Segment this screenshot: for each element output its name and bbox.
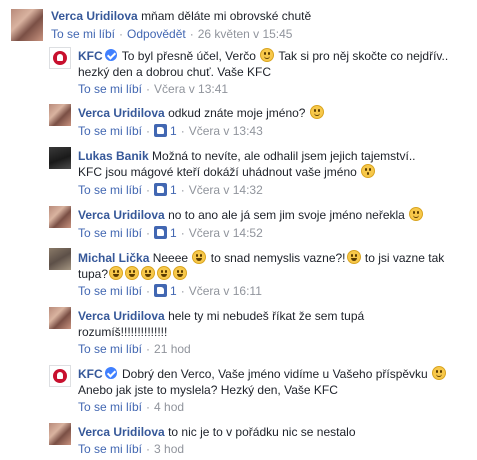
like-thumb-icon[interactable] (154, 183, 168, 196)
smiley-emoji-icon (260, 48, 275, 62)
like-link[interactable]: To se mi líbí (78, 284, 142, 298)
like-link[interactable]: To se mi líbí (78, 342, 142, 356)
timestamp[interactable]: 3 hod (154, 442, 184, 456)
laughing-emoji-icon (346, 250, 361, 264)
comment-text: Možná to nevíte, ale odhalil jsem jejich… (152, 149, 416, 163)
verified-badge-icon (104, 49, 117, 61)
like-link[interactable]: To se mi líbí (78, 400, 142, 414)
comment-text: rozumíš!!!!!!!!!!!!!! (78, 325, 168, 339)
reply-link[interactable]: Odpovědět (127, 27, 186, 41)
comment-text: to jsi vazne tak (364, 251, 445, 265)
avatar[interactable] (49, 104, 71, 126)
comment-text: odkud znáte moje jméno? (168, 106, 306, 120)
laughing-emoji-icon (141, 266, 156, 280)
avatar[interactable] (49, 206, 71, 228)
comment-text: To byl přesně účel, Verčo (121, 49, 256, 63)
timestamp[interactable]: 4 hod (154, 400, 184, 414)
like-count[interactable]: 1 (170, 183, 177, 197)
like-thumb-icon[interactable] (154, 226, 168, 239)
comment-text: hezký den a dobrou chuť. Vaše KFC (78, 65, 272, 79)
comment-text: Tak si pro něj skočte co nejdřív.. (278, 49, 449, 63)
laughing-emoji-icon (157, 266, 172, 280)
timestamp[interactable]: 21 hod (154, 342, 191, 356)
comment-author[interactable]: Michal Lička (78, 251, 149, 265)
comment-author[interactable]: KFC (78, 367, 103, 381)
like-thumb-icon[interactable] (154, 284, 168, 297)
like-count[interactable]: 1 (170, 124, 177, 138)
verified-badge-icon (104, 367, 117, 379)
like-thumb-icon[interactable] (154, 124, 168, 137)
avatar[interactable] (11, 9, 43, 41)
comment-text: no to ano ale já sem jim svoje jméno neř… (168, 208, 405, 222)
avatar[interactable] (49, 147, 71, 169)
comment-text: Anebo jak jste to myslela? Hezký den, Va… (78, 383, 338, 397)
comment-text: Neeee (152, 251, 189, 265)
smiley-emoji-icon (432, 366, 447, 380)
laughing-emoji-icon (192, 250, 207, 264)
comment-text: hele ty mi nebudeš říkat že sem tupá (168, 309, 365, 323)
smiley-emoji-icon (409, 207, 424, 221)
like-count[interactable]: 1 (170, 284, 177, 298)
timestamp[interactable]: Včera v 13:41 (154, 82, 228, 96)
timestamp[interactable]: Včera v 13:43 (189, 124, 263, 138)
avatar[interactable] (49, 423, 71, 445)
timestamp[interactable]: Včera v 16:11 (189, 284, 262, 298)
comment-author[interactable]: Verca Uridilova (78, 309, 165, 323)
comment-text: to snad nemyslis vazne?! (210, 251, 346, 265)
comment-author[interactable]: Lukas Banik (78, 149, 149, 163)
timestamp[interactable]: Včera v 14:52 (189, 226, 263, 240)
like-link[interactable]: To se mi líbí (78, 442, 142, 456)
comment-author[interactable]: Verca Uridilova (78, 425, 165, 439)
like-link[interactable]: To se mi líbí (78, 82, 142, 96)
timestamp[interactable]: 26 květen v 15:45 (198, 27, 293, 41)
comment-text: KFC jsou mágové kteří dokáží uhádnout va… (78, 165, 357, 179)
kfc-logo-icon (53, 51, 67, 65)
laughing-emoji-icon (109, 266, 124, 280)
timestamp[interactable]: Včera v 14:32 (189, 183, 263, 197)
laughing-emoji-icon (125, 266, 140, 280)
comment-text: mňam děláte mi obrovské chutě (141, 9, 312, 23)
comment-text: to nic je to v pořádku nic se nestalo (168, 425, 356, 439)
kfc-logo-icon (53, 369, 67, 383)
comment-author[interactable]: Verca Uridilova (78, 208, 165, 222)
comment-author[interactable]: Verca Uridilova (51, 9, 138, 23)
like-link[interactable]: To se mi líbí (78, 124, 142, 138)
surprised-emoji-icon (361, 164, 376, 178)
avatar[interactable] (49, 307, 71, 329)
smiley-emoji-icon (309, 105, 324, 119)
like-link[interactable]: To se mi líbí (78, 183, 142, 197)
laughing-emoji-icon (173, 266, 188, 280)
comment-author[interactable]: KFC (78, 49, 103, 63)
like-link[interactable]: To se mi líbí (78, 226, 142, 240)
avatar[interactable] (49, 47, 71, 69)
comment-text: tupa? (78, 267, 109, 281)
like-link[interactable]: To se mi líbí (51, 27, 115, 41)
comment-author[interactable]: Verca Uridilova (78, 106, 165, 120)
like-count[interactable]: 1 (170, 226, 177, 240)
avatar[interactable] (49, 365, 71, 387)
comment-text: Dobrý den Verco, Vaše jméno vidíme u Vaš… (122, 367, 428, 381)
avatar[interactable] (49, 248, 71, 270)
